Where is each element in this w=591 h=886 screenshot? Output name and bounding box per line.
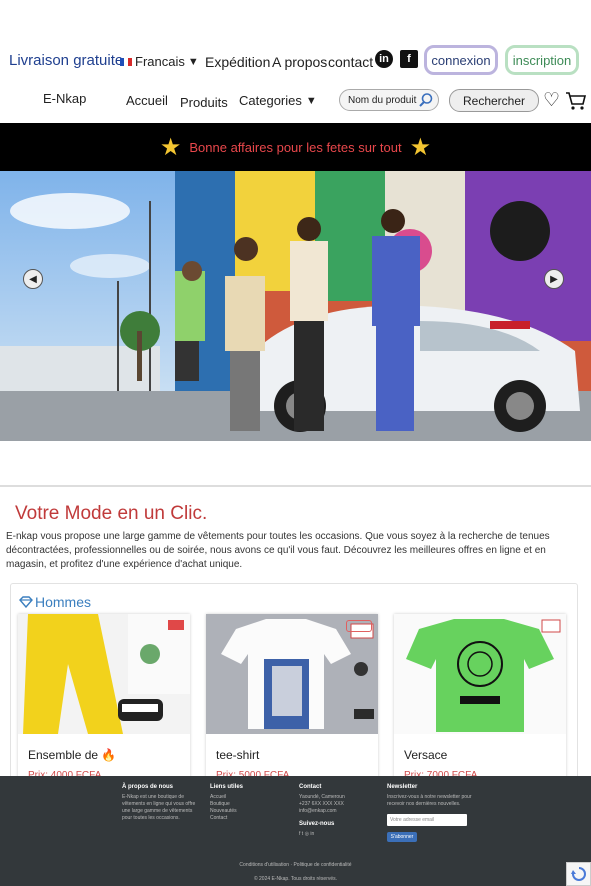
footer-link-contact[interactable]: Contact	[210, 815, 280, 822]
nav-link-contact[interactable]: contact	[328, 54, 373, 70]
caret-down-icon: ▼	[305, 94, 317, 107]
product-image[interactable]	[18, 614, 190, 734]
footer-contact-email: info@enkap.com	[299, 808, 337, 814]
cart-icon[interactable]	[565, 91, 587, 111]
nav-link-about[interactable]: A propos	[272, 54, 327, 70]
site-footer: À propos de nous E-Nkap est une boutique…	[0, 776, 591, 886]
nav-link-home[interactable]: Accueil	[126, 93, 168, 108]
categories-label: Categories	[239, 93, 302, 108]
footer-newsletter: Newsletter Inscrivez-vous à notre newsle…	[387, 784, 477, 842]
signup-button[interactable]: inscription	[505, 45, 579, 75]
section-title: Hommes	[19, 594, 91, 610]
brand-logo-text[interactable]: E-Nkap	[43, 91, 86, 106]
products-section-men: Hommes Ensemble de 🔥 Prix: 4000 FCFA	[10, 583, 578, 784]
footer-link-home[interactable]: Accueil	[210, 794, 280, 801]
search-icon	[419, 93, 433, 107]
product-image[interactable]	[394, 614, 566, 734]
product-name[interactable]: tee-shirt	[216, 748, 259, 762]
footer-contact-address: Yaoundé, Cameroun	[299, 794, 345, 800]
free-delivery-text: Livraison gratuite	[9, 52, 124, 69]
heart-icon[interactable]: ♡	[543, 91, 560, 110]
footer-terms[interactable]: Conditions d'utilisation · Politique de …	[0, 862, 591, 868]
footer-link-shop[interactable]: Boutique	[210, 801, 280, 808]
product-name[interactable]: Versace	[404, 748, 447, 762]
promo-text: Bonne affaires pour les fetes sur tout	[189, 139, 402, 155]
instagram-icon[interactable]: ◎	[305, 831, 309, 837]
facebook-icon[interactable]: f	[400, 50, 418, 68]
promo-banner: ★ Bonne affaires pour les fetes sur tout…	[0, 123, 591, 171]
footer-copyright: © 2024 E-Nkap. Tous droits réservés.	[253, 876, 338, 882]
search-button[interactable]: Rechercher	[449, 89, 539, 112]
intro-description: E-nkap vous propose une large gamme de v…	[6, 531, 550, 570]
hero-image	[0, 171, 591, 441]
product-card[interactable]: Versace Prix: 7000 FCFA	[394, 614, 566, 784]
search-placeholder: Nom du produit	[348, 94, 417, 106]
language-selector[interactable]: Francais ▼	[120, 54, 199, 69]
carousel-next-button[interactable]: ▶	[544, 269, 564, 289]
linkedin-icon[interactable]: in	[375, 50, 393, 68]
twitter-icon[interactable]: t	[302, 831, 303, 837]
footer-link-new[interactable]: Nouveautés	[210, 808, 280, 815]
footer-social-icons: f t ◎ in	[299, 831, 379, 838]
footer-contact-title: Contact	[299, 784, 322, 790]
search-input[interactable]: Nom du produit	[339, 89, 439, 111]
product-image[interactable]	[206, 614, 378, 734]
section-title-label: Hommes	[35, 594, 92, 610]
footer-contact: Contact Yaoundé, Cameroun +237 6XX XXX X…	[299, 784, 379, 838]
facebook-icon[interactable]: f	[299, 831, 300, 837]
product-badge	[346, 620, 372, 632]
diamond-icon	[19, 596, 33, 608]
footer-follow-title: Suivez-nous	[299, 821, 335, 827]
login-button[interactable]: connexion	[424, 45, 498, 75]
footer-newsletter-text: Inscrivez-vous à notre newsletter pour r…	[387, 794, 472, 807]
footer-contact-phone: +237 6XX XXX XXX	[299, 801, 344, 807]
footer-about-text: E-Nkap est une boutique de vêtements en …	[122, 794, 196, 821]
nav-link-products[interactable]: Produits	[180, 95, 228, 110]
newsletter-email-input[interactable]: Votre adresse email	[387, 814, 467, 826]
carousel-prev-button[interactable]: ◀	[23, 269, 43, 289]
star-icon: ★	[159, 133, 182, 161]
footer-about-title: À propos de nous	[122, 784, 173, 790]
top-bar: Livraison gratuite Francais ▼ Expédition…	[0, 40, 591, 80]
caret-down-icon: ▼	[187, 55, 199, 68]
product-card[interactable]: tee-shirt Prix: 5000 FCFA	[206, 614, 378, 784]
footer-about: À propos de nous E-Nkap est une boutique…	[122, 784, 202, 822]
nav-link-expedition[interactable]: Expédition	[205, 54, 270, 70]
hero-carousel: ◀ ▶	[0, 171, 591, 441]
star-icon: ★	[409, 133, 432, 161]
footer-newsletter-title: Newsletter	[387, 784, 418, 790]
main-navbar: E-Nkap Accueil Produits Categories ▼ Nom…	[0, 85, 591, 120]
footer-links: Liens utiles Accueil Boutique Nouveautés…	[210, 784, 280, 822]
section-divider	[0, 485, 591, 487]
recaptcha-icon	[570, 867, 586, 881]
product-name[interactable]: Ensemble de 🔥	[28, 748, 116, 762]
categories-dropdown[interactable]: Categories ▼	[239, 93, 317, 108]
france-flag-icon	[120, 57, 132, 66]
footer-links-title: Liens utiles	[210, 784, 244, 790]
recaptcha-badge[interactable]	[566, 862, 591, 886]
language-label: Francais	[135, 54, 185, 69]
linkedin-icon[interactable]: in	[310, 831, 314, 837]
newsletter-subscribe-button[interactable]: S'abonner	[387, 832, 417, 842]
product-card[interactable]: Ensemble de 🔥 Prix: 4000 FCFA	[18, 614, 190, 784]
page-headline: Votre Mode en un Clic.	[15, 503, 208, 524]
